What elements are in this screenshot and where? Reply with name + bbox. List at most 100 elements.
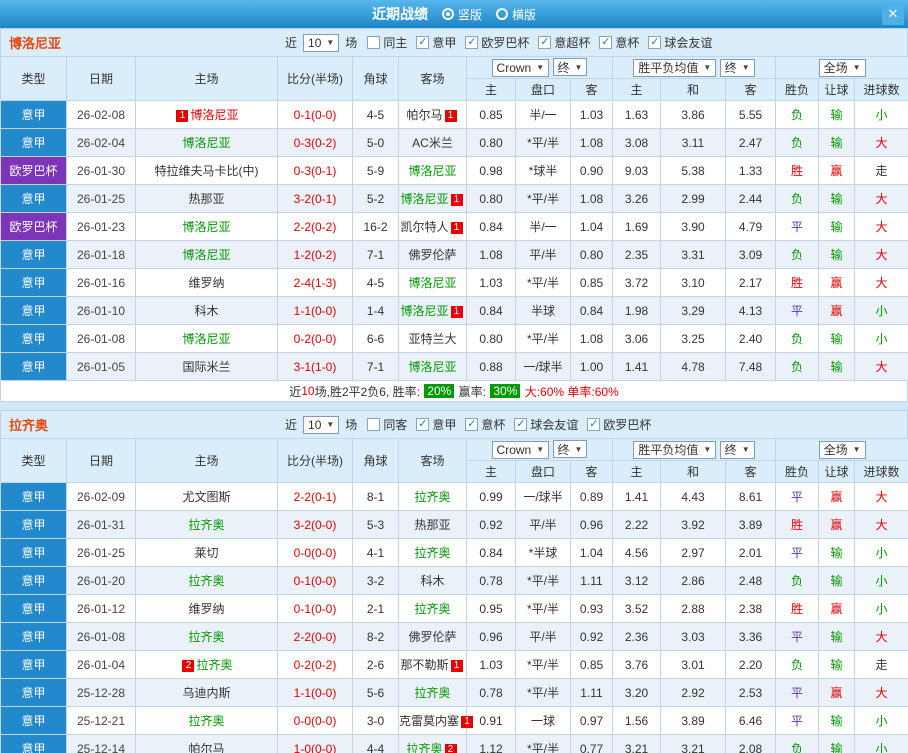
avg-final-select[interactable]: 终 ▼ [719,440,755,459]
odds-final-select[interactable]: 终 ▼ [552,58,588,77]
team-link[interactable]: 拉齐奥 [414,546,450,560]
horizontal-layout-radio[interactable]: 横版 [496,6,536,23]
col-header-date: 日期 [66,56,136,101]
checkbox[interactable] [587,418,601,431]
team-link[interactable]: 拉齐奥 [196,658,232,672]
team-link[interactable]: 拉齐奥 [188,630,224,644]
checkbox[interactable] [648,36,662,49]
filter-option[interactable]: 欧罗巴杯 [465,34,529,51]
team-link[interactable]: 热那亚 [188,192,224,206]
team-link[interactable]: 帕尔马 [406,108,442,122]
goals-cell: 大 [854,240,908,269]
odds-source-select[interactable]: Crown ▼ [491,440,550,459]
team-link[interactable]: 国际米兰 [182,360,230,374]
filter-option[interactable]: 意甲 [416,34,456,51]
col-header-odds-home: 主 [466,78,516,101]
team-link[interactable]: 博洛尼亚 [190,108,238,122]
team-link[interactable]: 那不勒斯 [400,658,448,672]
filter-option[interactable]: 同主 [367,34,407,51]
team-link[interactable]: 科木 [194,304,218,318]
team-link[interactable]: 帕尔马 [188,742,224,753]
checkbox[interactable] [416,418,430,431]
team-link[interactable]: 维罗纳 [188,602,224,616]
avg-home-cell: 3.12 [612,566,661,595]
team-link[interactable]: 博洛尼亚 [400,192,448,206]
odds-line-cell: *平/半 [515,650,571,679]
date-cell: 26-01-20 [66,566,136,595]
team-link[interactable]: 克雷莫内塞 [399,714,459,728]
odds-away-cell: 1.11 [570,678,613,707]
team-link[interactable]: 特拉维夫马卡比(中) [155,164,259,178]
result-cell: 胜 [775,268,820,297]
team-link[interactable]: 博洛尼亚 [182,220,230,234]
team-link[interactable]: 博洛尼亚 [408,164,456,178]
team-link[interactable]: 拉齐奥 [414,686,450,700]
team-link[interactable]: 热那亚 [414,518,450,532]
filter-option[interactable]: 球会友谊 [514,416,578,433]
match-count-select[interactable]: 10 ▼ [303,33,340,52]
checkbox[interactable] [367,418,381,431]
filter-option[interactable]: 意甲 [416,416,456,433]
checkbox[interactable] [465,418,479,431]
team-link[interactable]: 博洛尼亚 [408,360,456,374]
team-link[interactable]: 拉齐奥 [188,574,224,588]
team-link[interactable]: 拉齐奥 [406,742,442,753]
goals-cell: 小 [854,566,908,595]
odds-source-select[interactable]: Crown ▼ [491,58,550,77]
team-link[interactable]: 博洛尼亚 [400,304,448,318]
checkbox[interactable] [465,36,479,49]
vertical-layout-radio[interactable]: 竖版 [441,6,482,23]
team-link[interactable]: 拉齐奥 [414,490,450,504]
panel-title: 近期战绩 [371,6,428,22]
team-link[interactable]: 拉齐奥 [414,602,450,616]
odds-away-cell: 0.85 [570,268,613,297]
team-link[interactable]: 乌迪内斯 [182,686,230,700]
team-link[interactable]: 亚特兰大 [408,332,456,346]
checkbox[interactable] [367,36,381,49]
team-link[interactable]: 拉齐奥 [188,714,224,728]
team-link[interactable]: 博洛尼亚 [182,248,230,262]
filter-option[interactable]: 欧罗巴杯 [587,416,651,433]
team-link[interactable]: 凯尔特人 [400,220,448,234]
odds-final-select[interactable]: 终 ▼ [552,440,588,459]
filter-option[interactable]: 意杯 [599,34,639,51]
team-link[interactable]: 尤文图斯 [182,490,230,504]
filter-option[interactable]: 意超杯 [538,34,590,51]
avg-source-select[interactable]: 胜平负均值 ▼ [633,440,717,459]
team-link[interactable]: 博洛尼亚 [182,332,230,346]
filter-option[interactable]: 同客 [367,416,407,433]
league-cell: 意甲 [0,240,67,269]
avg-source-select[interactable]: 胜平负均值 ▼ [633,58,717,77]
avg-home-cell: 1.41 [612,352,661,381]
checkbox[interactable] [599,36,613,49]
scope-select[interactable]: 全场 ▼ [818,58,866,77]
scope-value: 全场 [823,443,848,457]
scope-group-header: 全场 ▼ [775,56,908,79]
match-count-select[interactable]: 10 ▼ [303,415,340,434]
team-link[interactable]: 博洛尼亚 [408,276,456,290]
checkbox[interactable] [538,36,552,49]
filter-option[interactable]: 意杯 [465,416,505,433]
avg-final-select[interactable]: 终 ▼ [719,58,755,77]
team-link[interactable]: 科木 [420,574,444,588]
checkbox[interactable] [514,418,528,431]
avg-home-cell: 3.76 [612,650,661,679]
away-team-cell: 博洛尼亚 [398,268,467,297]
team-link[interactable]: 佛罗伦萨 [408,248,456,262]
home-team-cell: 博洛尼亚 [135,128,278,157]
team-link[interactable]: 佛罗伦萨 [408,630,456,644]
team-link[interactable]: 维罗纳 [188,276,224,290]
match-row: 欧罗巴杯 26-01-30 特拉维夫马卡比(中) 0-3(0-1) 5-9 博洛尼亚 0.9… [0,156,908,185]
team-link[interactable]: 莱切 [194,546,218,560]
close-button[interactable]: ✕ [882,3,904,25]
team-link[interactable]: AC米兰 [412,136,453,150]
radio-unselected-icon [496,8,508,20]
team-link[interactable]: 博洛尼亚 [182,136,230,150]
avg-home-cell: 3.08 [612,128,661,157]
date-cell: 25-12-21 [66,706,136,735]
filter-option[interactable]: 球会友谊 [648,34,712,51]
corner-cell: 4-5 [352,268,399,297]
team-link[interactable]: 拉齐奥 [188,518,224,532]
checkbox[interactable] [416,36,430,49]
scope-select[interactable]: 全场 ▼ [818,440,866,459]
